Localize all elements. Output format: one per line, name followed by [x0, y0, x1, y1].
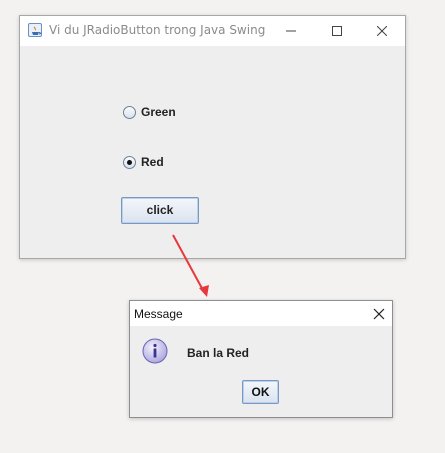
close-icon	[377, 26, 387, 36]
message-dialog: Message Ban la Red OK	[129, 300, 393, 418]
main-window: Vi du JRadioButton trong Java Swing Gree…	[19, 15, 406, 259]
close-icon	[373, 308, 385, 320]
title-bar[interactable]: Vi du JRadioButton trong Java Swing	[20, 16, 405, 46]
dialog-title: Message	[134, 307, 183, 321]
annotation-arrow	[172, 234, 209, 297]
window-title: Vi du JRadioButton trong Java Swing	[49, 23, 266, 37]
radio-label-green[interactable]: Green	[141, 105, 176, 119]
radio-button-green[interactable]	[123, 106, 136, 119]
dialog-title-bar[interactable]: Message	[130, 301, 392, 326]
dialog-message: Ban la Red	[187, 346, 250, 360]
maximize-button[interactable]	[314, 16, 360, 46]
dialog-close-button[interactable]	[372, 306, 386, 320]
maximize-icon	[332, 26, 342, 36]
minimize-icon	[286, 30, 296, 32]
click-button[interactable]: click	[121, 197, 199, 224]
java-app-icon	[28, 23, 42, 37]
information-icon	[142, 338, 168, 364]
radio-button-red[interactable]	[123, 156, 136, 169]
close-button[interactable]	[359, 16, 405, 46]
ok-button[interactable]: OK	[242, 380, 279, 404]
radio-label-red[interactable]: Red	[141, 155, 164, 169]
minimize-button[interactable]	[268, 16, 314, 46]
radio-selected-dot	[127, 160, 132, 165]
